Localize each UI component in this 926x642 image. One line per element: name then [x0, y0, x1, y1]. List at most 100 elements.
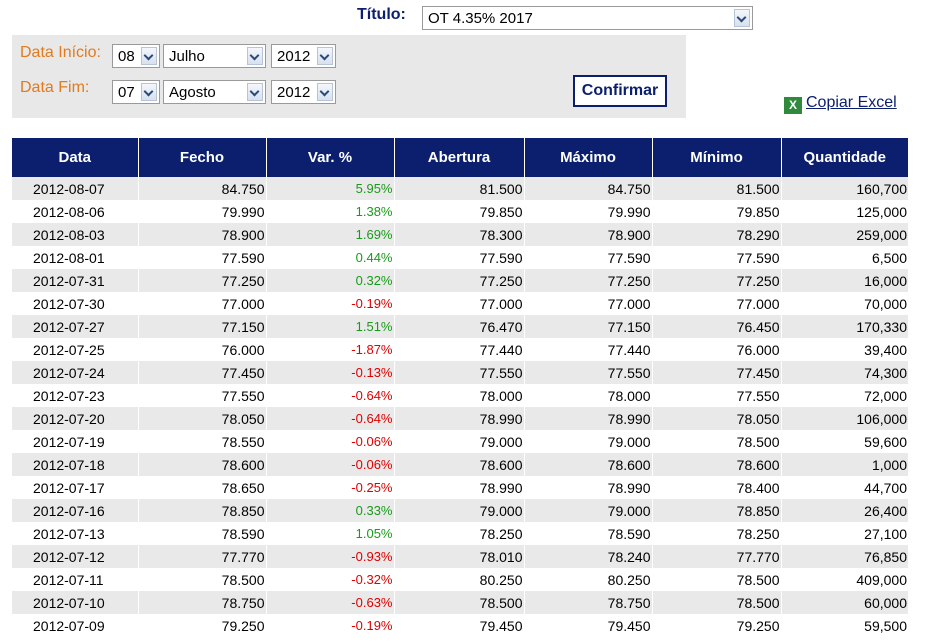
chevron-down-icon[interactable] [141, 47, 157, 65]
cell-quantidade: 76,850 [780, 545, 908, 568]
cell-quantidade: 1,000 [780, 453, 908, 476]
inicio-month-select[interactable]: Julho [163, 44, 266, 68]
fim-year-value: 2012 [277, 84, 311, 101]
cell-minimo: 77.450 [651, 361, 781, 384]
cell-quantidade: 26,400 [780, 499, 908, 522]
cell-minimo: 78.400 [651, 476, 781, 499]
titulo-select[interactable]: OT 4.35% 2017 [422, 6, 753, 30]
cell-abertura: 78.300 [393, 223, 524, 246]
table-row: 2012-07-12 77.770 -0.93% 78.010 78.240 77.770… [12, 545, 908, 568]
cell-quantidade: 106,000 [780, 407, 908, 430]
cell-var: 0.32% [265, 269, 394, 292]
cell-minimo: 78.500 [651, 591, 781, 614]
cell-data: 2012-07-25 [12, 338, 138, 361]
inicio-year-select[interactable]: 2012 [271, 44, 336, 68]
cell-quantidade: 409,000 [780, 568, 908, 591]
cell-quantidade: 6,500 [780, 246, 908, 269]
cell-fecho: 77.550 [137, 384, 266, 407]
cell-maximo: 79.990 [523, 200, 652, 223]
cell-maximo: 79.450 [523, 614, 652, 637]
cell-maximo: 78.240 [523, 545, 652, 568]
data-fim-label: Data Fim: [20, 79, 90, 96]
cell-abertura: 77.440 [393, 338, 524, 361]
cell-data: 2012-07-11 [12, 568, 138, 591]
confirm-button[interactable]: Confirmar [573, 75, 667, 107]
header-minimo[interactable]: Mínimo [651, 138, 781, 177]
chevron-down-icon[interactable] [141, 83, 157, 101]
cell-data: 2012-07-09 [12, 614, 138, 637]
cell-fecho: 78.500 [137, 568, 266, 591]
cell-minimo: 76.000 [651, 338, 781, 361]
cell-maximo: 78.750 [523, 591, 652, 614]
cell-abertura: 79.850 [393, 200, 524, 223]
header-quantidade[interactable]: Quantidade [780, 138, 908, 177]
chevron-down-icon[interactable] [317, 47, 333, 65]
table-row: 2012-07-20 78.050 -0.64% 78.990 78.990 78.050… [12, 407, 908, 430]
titulo-select-value: OT 4.35% 2017 [428, 10, 533, 27]
copy-excel-label: Copiar Excel [806, 94, 897, 111]
cell-data: 2012-07-31 [12, 269, 138, 292]
fim-year-select[interactable]: 2012 [271, 80, 336, 104]
cell-var: -0.64% [265, 384, 394, 407]
cell-minimo: 78.500 [651, 568, 781, 591]
cell-quantidade: 16,000 [780, 269, 908, 292]
cell-data: 2012-07-30 [12, 292, 138, 315]
header-fecho[interactable]: Fecho [137, 138, 266, 177]
cell-data: 2012-08-03 [12, 223, 138, 246]
cell-quantidade: 170,330 [780, 315, 908, 338]
fim-month-select[interactable]: Agosto [163, 80, 266, 104]
cell-maximo: 77.150 [523, 315, 652, 338]
cell-minimo: 77.590 [651, 246, 781, 269]
inicio-day-select[interactable]: 08 [112, 44, 160, 68]
fim-day-select[interactable]: 07 [112, 80, 160, 104]
cell-minimo: 77.770 [651, 545, 781, 568]
excel-icon: X [784, 97, 802, 114]
cell-var: -0.13% [265, 361, 394, 384]
table-row: 2012-07-25 76.000 -1.87% 77.440 77.440 76.000… [12, 338, 908, 361]
fim-day-value: 07 [118, 84, 135, 101]
cell-var: 1.05% [265, 522, 394, 545]
cell-quantidade: 59,600 [780, 430, 908, 453]
chevron-down-icon[interactable] [247, 83, 263, 101]
cell-var: -0.19% [265, 614, 394, 637]
cell-minimo: 77.000 [651, 292, 781, 315]
cell-quantidade: 59,500 [780, 614, 908, 637]
cell-var: -0.25% [265, 476, 394, 499]
table-row: 2012-07-13 78.590 1.05% 78.250 78.590 78.250 2… [12, 522, 908, 545]
cell-data: 2012-07-20 [12, 407, 138, 430]
cell-var: 1.38% [265, 200, 394, 223]
copy-excel-link[interactable]: X Copiar Excel [784, 94, 897, 114]
cell-minimo: 79.850 [651, 200, 781, 223]
cell-fecho: 78.590 [137, 522, 266, 545]
cell-fecho: 79.250 [137, 614, 266, 637]
cell-maximo: 79.000 [523, 430, 652, 453]
chevron-down-icon[interactable] [734, 9, 750, 27]
cell-abertura: 78.500 [393, 591, 524, 614]
header-data[interactable]: Data [12, 138, 138, 177]
cell-abertura: 78.010 [393, 545, 524, 568]
cell-abertura: 79.000 [393, 430, 524, 453]
cell-fecho: 77.770 [137, 545, 266, 568]
chevron-down-icon[interactable] [247, 47, 263, 65]
cell-fecho: 77.000 [137, 292, 266, 315]
header-var[interactable]: Var. % [265, 138, 394, 177]
header-abertura[interactable]: Abertura [393, 138, 524, 177]
cell-abertura: 77.250 [393, 269, 524, 292]
cell-quantidade: 259,000 [780, 223, 908, 246]
header-maximo[interactable]: Máximo [523, 138, 652, 177]
table-row: 2012-07-18 78.600 -0.06% 78.600 78.600 78.600… [12, 453, 908, 476]
cell-abertura: 77.590 [393, 246, 524, 269]
cell-maximo: 80.250 [523, 568, 652, 591]
cell-minimo: 78.050 [651, 407, 781, 430]
fim-month-value: Agosto [169, 84, 216, 101]
cell-quantidade: 44,700 [780, 476, 908, 499]
cell-maximo: 77.550 [523, 361, 652, 384]
cell-data: 2012-07-17 [12, 476, 138, 499]
table-row: 2012-07-30 77.000 -0.19% 77.000 77.000 77.000… [12, 292, 908, 315]
cell-var: -0.93% [265, 545, 394, 568]
cell-data: 2012-08-06 [12, 200, 138, 223]
cell-abertura: 79.450 [393, 614, 524, 637]
cell-var: -0.19% [265, 292, 394, 315]
cell-abertura: 78.000 [393, 384, 524, 407]
chevron-down-icon[interactable] [317, 83, 333, 101]
